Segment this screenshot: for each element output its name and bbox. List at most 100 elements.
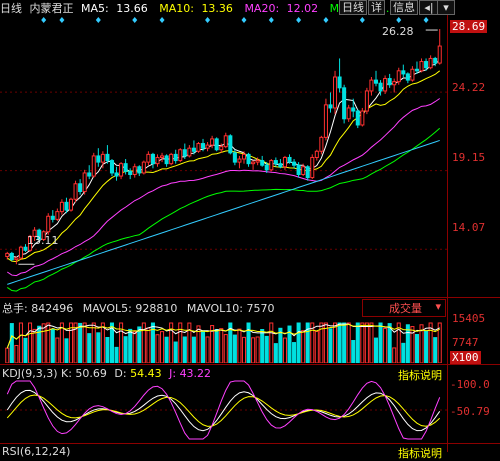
volume-bar [424,330,429,363]
candle-body [14,257,19,261]
candle-body [433,57,438,64]
volume-bar [96,332,101,363]
candle-body [178,149,183,162]
candle-body [292,161,297,166]
candle-body [119,163,124,177]
candle-body [23,246,28,251]
volume-bar [292,342,297,363]
candle-body [273,160,278,165]
volume-bar [414,333,419,363]
event-marker-icon [323,17,329,23]
volume-bar [191,336,196,363]
volume-bar [32,328,37,363]
volume-bar [337,322,342,363]
panel-divider [0,443,500,444]
volume-bar [114,346,119,363]
candle-body [50,215,55,220]
candle-body [164,155,169,165]
volume-bar [105,337,110,363]
volume-bar [164,336,169,363]
detail-button[interactable]: 详 [368,0,385,15]
candle-body [68,198,74,211]
candle-body [428,57,433,69]
candle-body [287,156,292,163]
event-marker-icon [159,17,165,23]
candle-body [59,201,64,213]
volume-bar [200,330,206,363]
chevron-down-icon[interactable]: ▾ [437,0,455,15]
candle-body [424,61,429,69]
volume-bar [405,324,410,363]
panel-divider [0,297,500,298]
candle-body [109,160,114,174]
info-button[interactable]: 信息 [390,0,418,15]
chevron-down-icon: ▾ [435,300,441,313]
volume-bar [55,337,60,363]
volume-bar [23,337,28,363]
volume-bar [18,322,23,363]
event-marker-icon [59,17,65,23]
volume-bar [28,322,33,363]
ma20-line [6,98,441,277]
volume-bar [273,343,278,363]
ma5-line [6,59,441,258]
volume-bar [91,322,96,363]
candle-body [146,153,151,163]
kdj-axis-top: -100.0 [450,378,490,391]
event-marker-icon [205,17,211,23]
volume-bar [392,347,397,363]
candle-body [114,172,119,177]
volume-bar [46,322,51,363]
event-marker-icon [132,17,138,23]
candle-body [128,170,133,175]
candle-body [18,246,23,259]
candle-body [132,166,137,175]
candle-body [160,155,165,158]
candle-body [296,164,301,175]
candle-body [405,73,410,81]
volume-bar [82,322,87,363]
volume-bar [205,336,210,363]
volume-bar [437,322,442,363]
candle-body [378,82,383,92]
candle-body [260,160,265,166]
volume-bar [219,328,224,363]
volume-bar [9,323,14,363]
arrow-left-icon[interactable]: ◂| [419,0,439,15]
candle-body [437,45,442,64]
candle-body [5,252,10,258]
volume-chart[interactable] [0,313,447,363]
volume-bar [269,322,274,363]
volume-bar [182,336,187,363]
candle-body [383,78,388,92]
candle-body [333,76,338,109]
volume-bar [296,322,301,363]
candle-body [200,143,206,149]
volume-bar [173,341,178,363]
volume-bar [59,322,64,363]
candle-body [246,153,251,165]
candle-body [264,164,269,171]
volume-bar [41,323,46,363]
volume-bar [351,340,356,363]
volume-bar [146,327,151,363]
candle-body [337,76,342,89]
volume-bar [278,327,283,363]
volume-bar [282,337,287,363]
candle-body [155,156,160,165]
volume-bar [387,323,392,363]
volume-bar [383,327,388,363]
event-marker-icon [296,17,302,23]
volume-bar [100,322,105,363]
candle-body [169,153,174,165]
candlestick-chart[interactable]: 26.28 13.11 [0,15,447,297]
chart-button[interactable]: 日线 [339,0,367,15]
axis-divider [447,15,448,452]
kdj-chart[interactable] [0,380,447,440]
candle-body [150,153,155,165]
ma20-label: MA20: 12.02 [244,2,319,15]
rsi-help-link[interactable]: 指标说明 [398,445,442,461]
candle-body [342,87,347,120]
event-marker-icon [423,17,429,23]
candle-body [301,166,306,175]
